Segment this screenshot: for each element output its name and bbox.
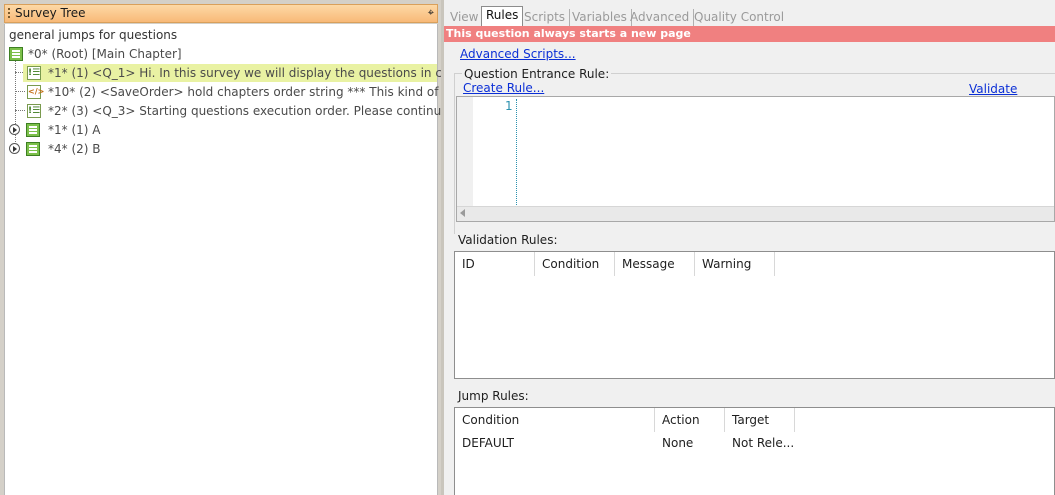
- tab-quality-control[interactable]: Quality Control: [690, 9, 788, 26]
- table-cell[interactable]: Not Rele...: [725, 433, 795, 453]
- column-header[interactable]: Message: [615, 252, 695, 276]
- expand-icon[interactable]: [9, 143, 20, 154]
- drag-grip-icon[interactable]: [8, 8, 10, 20]
- tab-rules[interactable]: Rules: [481, 6, 524, 26]
- tree-node-label: *1* (1) <Q_1> Hi. In this survey we will…: [48, 66, 497, 80]
- script-icon: </>: [27, 85, 44, 99]
- jump-rules-grid[interactable]: Condition Action Target DEFAULT None Not…: [454, 407, 1055, 495]
- column-header[interactable]: Action: [655, 408, 725, 432]
- column-header[interactable]: Warning: [695, 252, 775, 276]
- validation-rules-label: Validation Rules:: [458, 233, 558, 247]
- pin-icon[interactable]: ⌖: [428, 6, 434, 20]
- tree-node[interactable]: *1* (1) A: [5, 121, 437, 139]
- question-icon: !☰: [27, 66, 41, 80]
- tree-node-selected[interactable]: !☰ *1* (1) <Q_1> Hi. In this survey we w…: [23, 64, 497, 82]
- tab-bar: View Rules Scripts Variables Advanced Qu…: [444, 5, 1055, 26]
- tree-node[interactable]: *0* (Root) [Main Chapter]: [5, 45, 437, 63]
- tree-node[interactable]: !☰ *2* (3) <Q_3> Starting questions exec…: [23, 102, 495, 120]
- editor-gutter: [457, 97, 473, 207]
- chapter-icon: [26, 142, 40, 156]
- tree-node[interactable]: *4* (2) B: [5, 140, 437, 158]
- tree-node[interactable]: </> *10* (2) <SaveOrder> hold chapters o…: [23, 83, 491, 101]
- survey-tree-title: Survey Tree: [15, 6, 86, 20]
- tree-node-label: *4* (2) B: [48, 142, 101, 156]
- line-number: 1: [505, 99, 513, 113]
- question-icon: !☰: [27, 104, 41, 118]
- jump-rules-label: Jump Rules:: [458, 389, 529, 403]
- validate-link[interactable]: Validate: [969, 82, 1017, 96]
- create-rule-link[interactable]: Create Rule...: [463, 81, 544, 95]
- survey-tree-header: Survey Tree ⌖: [4, 4, 438, 23]
- survey-tree: general jumps for questions *0* (Root) […: [4, 24, 497, 495]
- line-number-separator: [516, 99, 517, 205]
- table-cell[interactable]: None: [655, 433, 725, 453]
- column-header[interactable]: Target: [725, 408, 795, 432]
- chapter-icon: [26, 123, 40, 137]
- tab-variables[interactable]: Variables: [568, 9, 632, 26]
- column-header[interactable]: ID: [455, 252, 535, 276]
- entrance-rule-editor[interactable]: 1: [456, 96, 1055, 222]
- chapter-icon: [9, 47, 23, 61]
- horizontal-scrollbar[interactable]: [457, 206, 1054, 221]
- tab-view[interactable]: View: [446, 9, 484, 26]
- validation-rules-grid[interactable]: ID Condition Message Warning: [454, 251, 1055, 379]
- tab-advanced[interactable]: Advanced: [626, 9, 695, 26]
- scroll-left-icon[interactable]: [460, 209, 465, 217]
- entrance-rule-label: Question Entrance Rule:: [462, 67, 612, 81]
- survey-tree-panel: Survey Tree ⌖ general jumps for question…: [0, 0, 497, 495]
- table-cell[interactable]: DEFAULT: [455, 433, 655, 453]
- tree-node-label: *10* (2) <SaveOrder> hold chapters order…: [48, 85, 491, 99]
- advanced-scripts-link[interactable]: Advanced Scripts...: [460, 47, 576, 61]
- column-header[interactable]: Condition: [535, 252, 615, 276]
- tree-node-label: *2* (3) <Q_3> Starting questions executi…: [48, 104, 496, 118]
- tree-node-label: *1* (1) A: [48, 123, 101, 137]
- new-page-alert: This question always starts a new page: [444, 26, 1055, 42]
- tree-node-label: *0* (Root) [Main Chapter]: [28, 47, 182, 61]
- tree-subtitle-text: general jumps for questions: [9, 28, 178, 42]
- tab-scripts[interactable]: Scripts: [520, 9, 571, 26]
- column-header[interactable]: Condition: [455, 408, 655, 432]
- expand-icon[interactable]: [9, 124, 20, 135]
- question-properties-panel: View Rules Scripts Variables Advanced Qu…: [444, 0, 1055, 495]
